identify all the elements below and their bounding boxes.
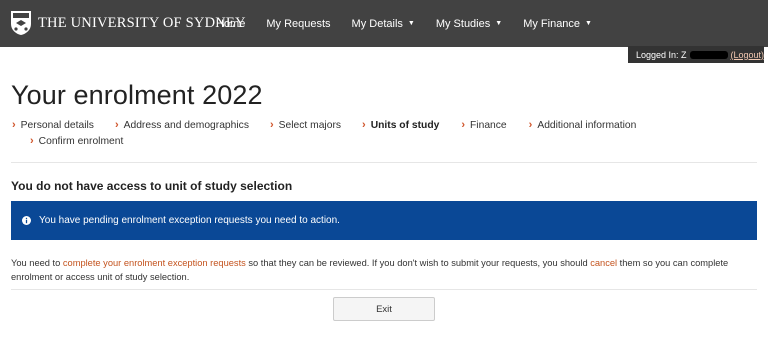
chevron-right-icon: ›: [461, 119, 466, 131]
step-label: Select majors: [278, 119, 342, 131]
nav-my-details[interactable]: My Details ▼: [352, 18, 415, 30]
step-finance[interactable]: › Finance: [461, 119, 506, 131]
nav-home[interactable]: Home: [216, 18, 245, 30]
info-alert: You have pending enrolment exception req…: [11, 201, 757, 240]
step-address-demographics[interactable]: › Address and demographics: [115, 119, 249, 131]
step-confirm-enrolment[interactable]: › Confirm enrolment: [30, 135, 123, 147]
caret-down-icon: ▼: [407, 20, 415, 27]
divider: [11, 162, 757, 163]
main-nav: Home My Requests My Details ▼ My Studies ▼…: [216, 0, 613, 47]
cancel-requests-link[interactable]: cancel: [590, 258, 617, 268]
step-label: Personal details: [20, 119, 94, 131]
step-label: Units of study: [370, 119, 440, 131]
chevron-right-icon: ›: [362, 119, 366, 131]
step-label: Confirm enrolment: [38, 135, 124, 147]
nav-my-requests-label: My Requests: [266, 17, 331, 30]
logged-in-label: Logged In: Z: [636, 49, 687, 60]
info-icon: [22, 216, 31, 225]
nav-my-details-label: My Details: [351, 17, 403, 30]
nav-home-label: Home: [216, 17, 246, 30]
page-title: Your enrolment 2022: [11, 80, 263, 110]
enrolment-steps-continued: › Confirm enrolment: [30, 134, 123, 148]
university-name: THE UNIVERSITY OF SYDNEY: [38, 14, 246, 31]
nav-my-requests[interactable]: My Requests: [266, 18, 330, 30]
instructions-part-2: so that they can be reviewed. If you don…: [245, 258, 591, 268]
step-additional-information[interactable]: › Additional information: [529, 119, 637, 131]
caret-down-icon: ▼: [585, 20, 592, 27]
logout-link[interactable]: (Logout): [730, 50, 764, 60]
login-status: Logged In: Z (Logout): [628, 46, 764, 63]
university-logo[interactable]: THE UNIVERSITY OF SYDNEY: [10, 10, 246, 36]
chevron-right-icon: ›: [528, 119, 533, 131]
nav-my-finance[interactable]: My Finance ▼: [523, 18, 592, 30]
nav-my-finance-label: My Finance: [523, 17, 581, 30]
chevron-right-icon: ›: [12, 119, 16, 131]
instructions-part-1: You need to: [11, 258, 63, 268]
alert-text: You have pending enrolment exception req…: [39, 215, 340, 226]
top-navigation-bar: THE UNIVERSITY OF SYDNEY Home My Request…: [0, 0, 768, 47]
redacted-username: [689, 50, 729, 59]
nav-my-studies[interactable]: My Studies ▼: [436, 18, 502, 30]
chevron-right-icon: ›: [30, 135, 34, 147]
step-label: Additional information: [537, 119, 637, 131]
enrolment-steps: › Personal details › Address and demograph…: [12, 118, 636, 132]
instructions-text: You need to complete your enrolment exce…: [11, 256, 761, 284]
divider: [11, 289, 757, 290]
step-units-of-study[interactable]: › Units of study: [362, 119, 439, 131]
step-select-majors[interactable]: › Select majors: [270, 119, 341, 131]
university-crest-icon: [11, 11, 31, 35]
chevron-right-icon: ›: [114, 119, 119, 131]
step-personal-details[interactable]: › Personal details: [12, 119, 94, 131]
complete-exception-requests-link[interactable]: complete your enrolment exception reques…: [63, 258, 246, 268]
caret-down-icon: ▼: [495, 20, 503, 27]
nav-my-studies-label: My Studies: [435, 17, 491, 30]
exit-button[interactable]: Exit: [333, 297, 435, 321]
section-heading: You do not have access to unit of study …: [11, 179, 293, 193]
step-label: Finance: [470, 119, 507, 131]
step-label: Address and demographics: [123, 119, 249, 131]
chevron-right-icon: ›: [269, 119, 274, 131]
